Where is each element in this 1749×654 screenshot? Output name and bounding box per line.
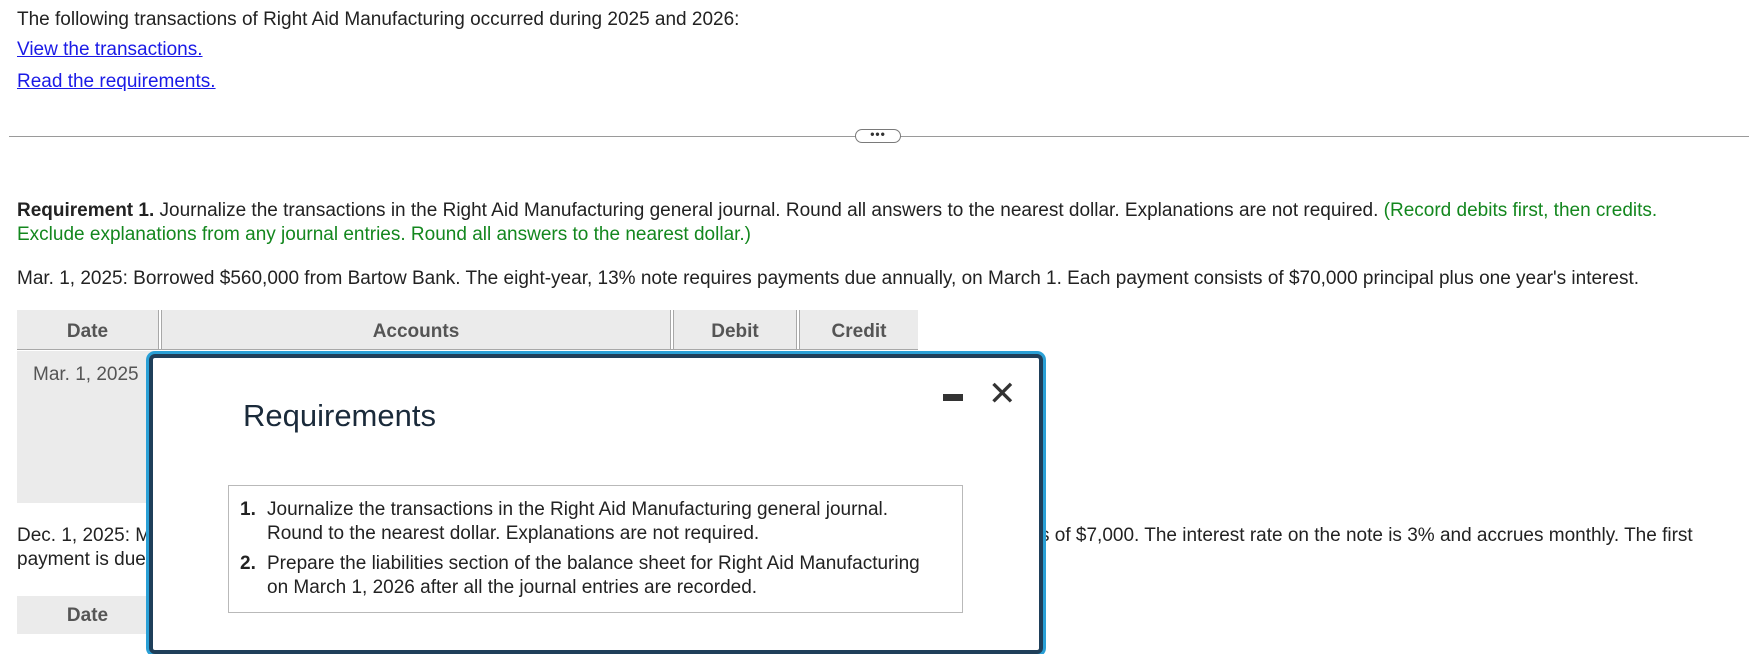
- dialog-title: Requirements: [243, 398, 436, 433]
- transaction-2-right-text: s of $7,000. The interest rate on the no…: [1040, 525, 1693, 546]
- minimize-icon[interactable]: [943, 394, 963, 401]
- intro-text: The following transactions of Right Aid …: [17, 9, 740, 30]
- close-icon[interactable]: ✕: [988, 377, 1017, 411]
- view-transactions-link[interactable]: View the transactions.: [17, 39, 203, 61]
- transaction-1-text: Mar. 1, 2025: Borrowed $560,000 from Bar…: [17, 268, 1640, 289]
- requirement-item-number: 2.: [240, 553, 256, 574]
- date-cell-value: Mar. 1, 2025: [33, 364, 139, 385]
- requirement-1-instructions: Journalize the transactions in the Right…: [159, 200, 1379, 221]
- requirement-item-2-line1: Prepare the liabilities section of the b…: [267, 553, 920, 574]
- requirement-item-2-line2: on March 1, 2026 after all the journal e…: [267, 577, 758, 598]
- date-column-header: Date: [17, 310, 158, 350]
- requirement-item-1-line2: Round to the nearest dollar. Explanation…: [267, 523, 760, 544]
- read-requirements-link[interactable]: Read the requirements.: [17, 71, 216, 93]
- transaction-2-left-line2: payment is due: [17, 549, 146, 570]
- requirement-item-1-line1: Journalize the transactions in the Right…: [267, 499, 889, 520]
- date-column-header-2-label: Date: [66, 605, 109, 626]
- requirement-1-label: Requirement 1.: [17, 200, 155, 221]
- date-column-header-2: Date: [17, 596, 158, 634]
- transaction-2-left-line1: Dec. 1, 2025: M: [17, 525, 152, 546]
- requirement-1-text: Requirement 1. Journalize the transactio…: [17, 200, 1657, 222]
- credit-column-header: Credit: [800, 310, 918, 350]
- requirement-item-number: 1.: [240, 499, 256, 520]
- requirement-1-note-line2: Exclude explanations from any journal en…: [17, 224, 752, 245]
- expand-dots-button[interactable]: •••: [855, 128, 901, 143]
- debit-column-header: Debit: [674, 310, 796, 350]
- accounts-column-header: Accounts: [162, 310, 670, 350]
- table-header-rule: [17, 349, 918, 350]
- date-cell: Mar. 1, 2025: [17, 351, 158, 503]
- requirement-1-note-line1: (Record debits first, then credits.: [1383, 200, 1658, 221]
